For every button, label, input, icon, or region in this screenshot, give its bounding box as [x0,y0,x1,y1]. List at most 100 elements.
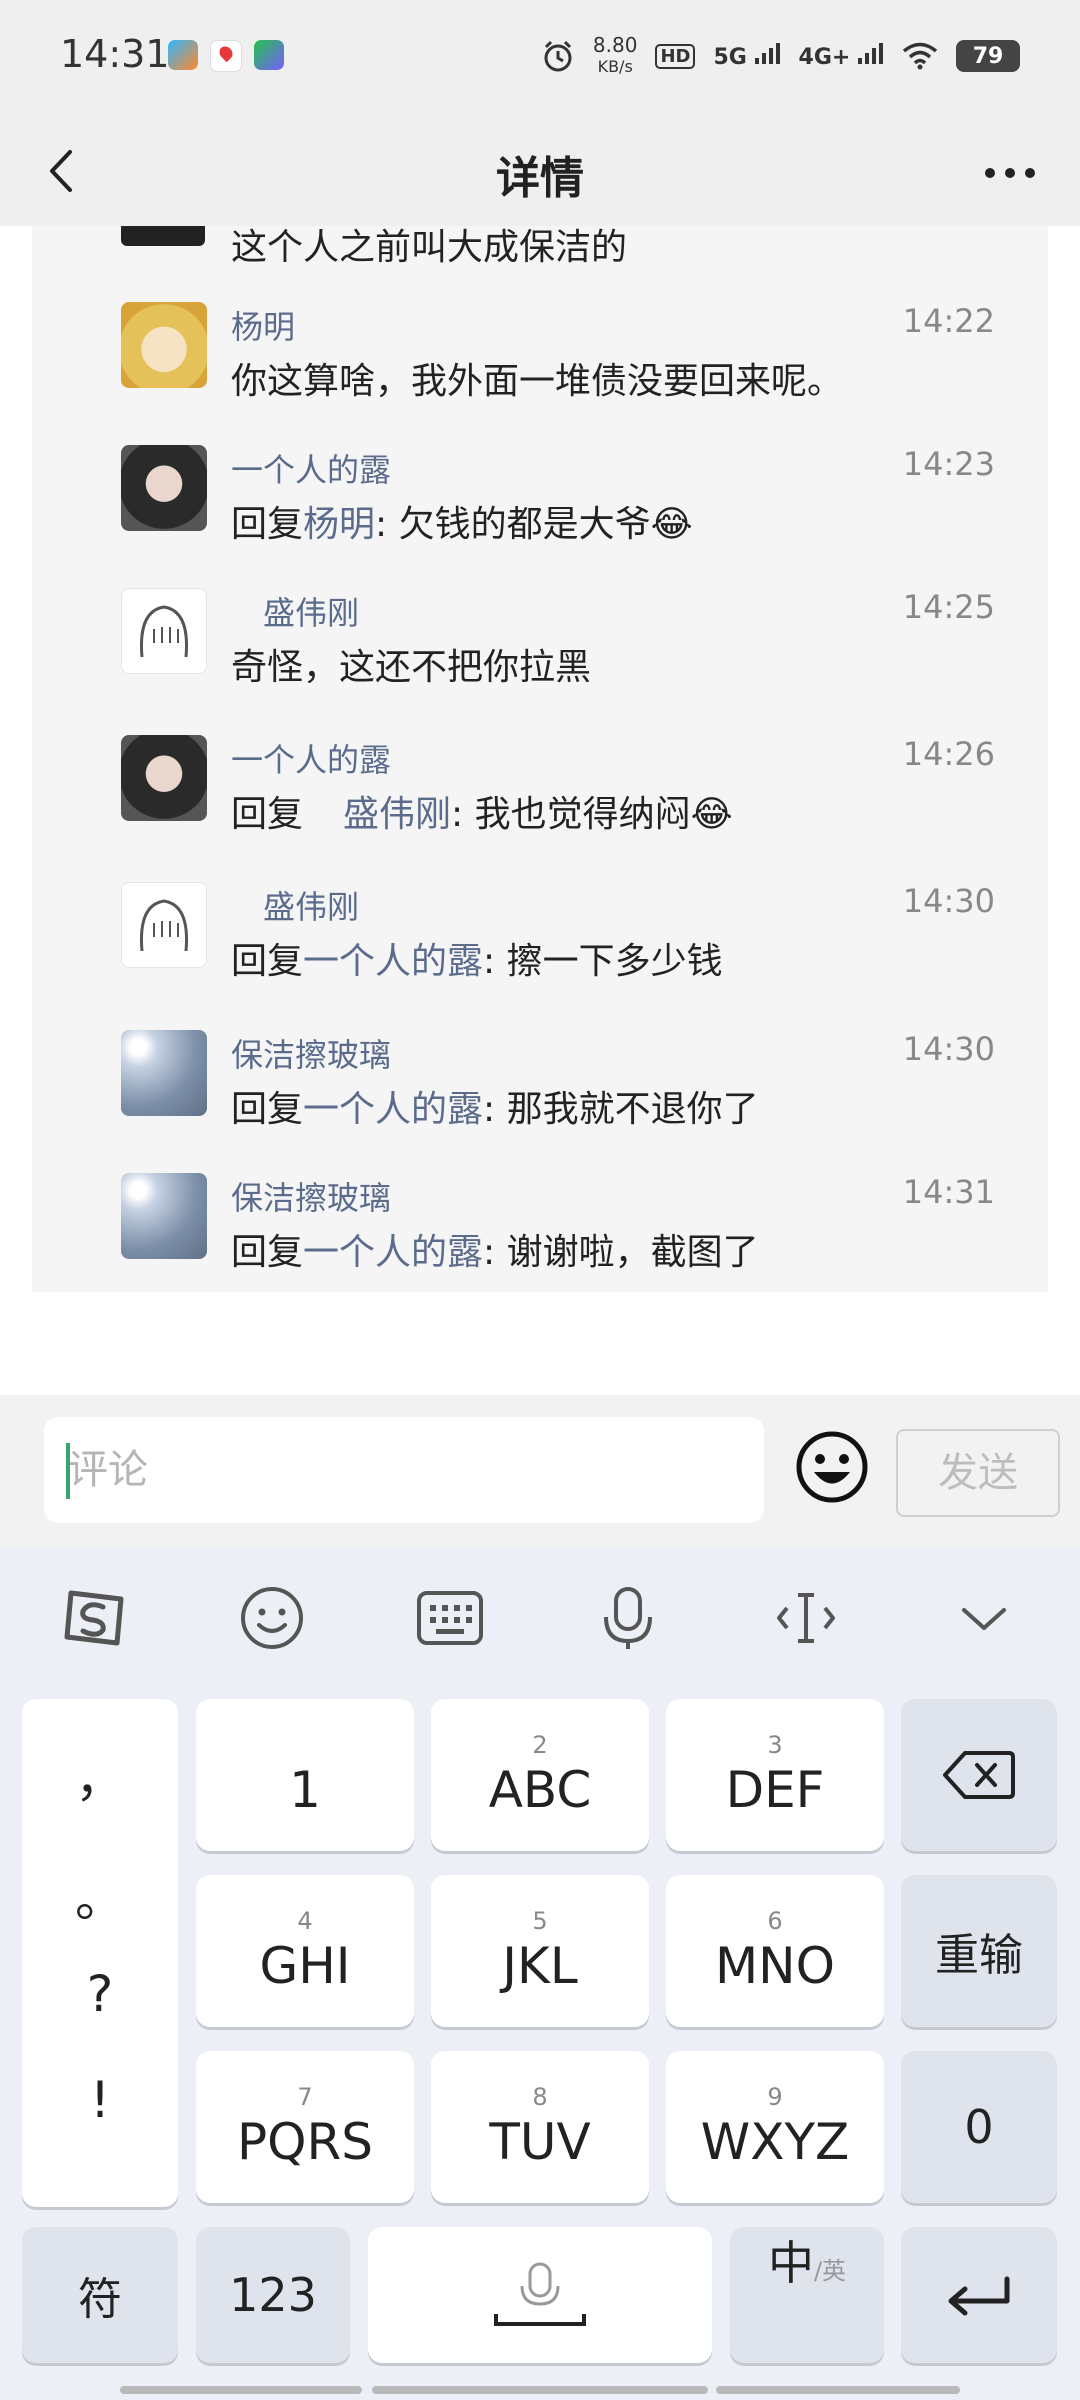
avatar[interactable] [121,302,207,388]
language-switch-key[interactable]: 中 /英 [730,2227,884,2363]
nav-bar-indicator [716,2386,960,2394]
signal-bars-icon [858,43,883,64]
key-1[interactable]: 1 [196,1699,414,1851]
mention-link[interactable]: 杨明 [303,504,375,545]
voice-input-button[interactable] [588,1581,668,1655]
cursor-move-button[interactable] [766,1581,846,1655]
keyboard-switch-button[interactable] [410,1581,490,1655]
key-jkl[interactable]: 5 JKL [431,1875,649,2027]
comment-time: 14:31 [902,1173,995,1211]
mention-link[interactable]: 一个人的露 [303,1232,483,1273]
reply-prefix: 回复 [231,1089,304,1130]
doodle-avatar-icon [139,605,189,658]
key-label: 123 [229,2268,317,2322]
comment-author[interactable]: 一个人的露 [231,445,391,491]
punctuation-column[interactable]: ， 。 ? ! [22,1699,178,2207]
comment-author[interactable]: 一个人的露 [231,735,391,781]
key-number-hint: 9 [767,2083,783,2111]
key-abc[interactable]: 2 ABC [431,1699,649,1851]
comment-body: 奇怪，这还不把你拉黑 [231,647,592,688]
backspace-key[interactable] [901,1699,1057,1851]
comment-input[interactable] [44,1417,764,1523]
sogou-logo-button[interactable] [54,1581,134,1655]
comment-time: 14:30 [902,882,995,920]
key-label: 中 [767,2236,814,2290]
comment-time: 14:30 [902,1030,995,1068]
reply-prefix: 回复 [231,941,304,982]
more-options-button[interactable] [970,138,1050,208]
avatar[interactable] [121,445,207,531]
key-number-hint: 2 [532,1731,548,1759]
avatar[interactable] [121,1030,207,1116]
punctuation-key[interactable]: ? [22,1965,178,2023]
comment-input-bar: 发送 [0,1395,1080,1547]
reply-prefix: 回复 [231,794,304,835]
key-number-hint: 8 [532,2083,548,2111]
hd-label: HD [655,43,696,69]
comment-author[interactable]: 保洁擦玻璃 [231,1173,391,1219]
emoji-keyboard-button[interactable] [232,1581,312,1655]
status-time: 14:31 [60,32,170,76]
avatar[interactable] [121,588,207,674]
keyboard-icon [417,1591,483,1645]
comment-author[interactable]: 保洁擦玻璃 [231,1030,391,1076]
mention-link[interactable]: 盛伟刚 [343,794,451,835]
more-dot-icon [985,168,995,178]
mention-link[interactable]: 一个人的露 [303,941,483,982]
avatar[interactable] [121,882,207,968]
comment-author[interactable]: 盛伟刚 [263,588,359,634]
punctuation-key[interactable]: 。 [22,1859,178,1931]
punctuation-key[interactable]: ， [22,1739,178,1811]
key-mno[interactable]: 6 MNO [666,1875,884,2027]
comment-author[interactable]: 杨明 [231,302,295,348]
key-tuv[interactable]: 8 TUV [431,2051,649,2203]
hide-keyboard-button[interactable] [944,1581,1024,1655]
key-ghi[interactable]: 4 GHI [196,1875,414,2027]
comment-text: 回复一个人的露: 谢谢啦，截图了 [231,1223,759,1275]
wifi-icon [902,42,938,70]
key-def[interactable]: 3 DEF [666,1699,884,1851]
punctuation-key[interactable]: ! [22,2071,178,2129]
key-wxyz[interactable]: 9 WXYZ [666,2051,884,2203]
key-number-hint: 4 [297,1907,313,1935]
symbols-key[interactable]: 符 [22,2227,178,2363]
enter-icon [948,2276,1010,2316]
comment-author[interactable]: 盛伟刚 [263,882,359,928]
nav-bar-indicator [372,2386,708,2394]
key-0[interactable]: 0 [901,2051,1057,2203]
mention-link[interactable]: 一个人的露 [303,1089,483,1130]
key-number-hint: 6 [767,1907,783,1935]
retype-key[interactable]: 重输 [901,1875,1057,2027]
avatar[interactable] [121,226,205,246]
comment-text: 回复一个人的露: 擦一下多少钱 [231,932,723,984]
text-cursor [66,1443,70,1499]
space-key[interactable] [368,2227,712,2363]
key-number-hint: 3 [767,1731,783,1759]
send-button[interactable]: 发送 [896,1429,1060,1517]
key-number-hint: 7 [297,2083,313,2111]
key-label: TUV [489,2113,591,2171]
key-pqrs[interactable]: 7 PQRS [196,2051,414,2203]
comment-list[interactable]: 这个人之前叫大成保洁的 杨明 14:22 你这算啥，我外面一堆债没要回来呢。 一… [32,226,1048,1292]
chevron-down-icon [962,1608,1006,1630]
nav-bar-indicator [120,2386,362,2394]
comment-body: : 那我就不退你了 [483,1089,759,1130]
key-label: PQRS [237,2113,373,2171]
comment-body: : 我也觉得纳闷 [451,794,691,835]
emoji-button[interactable] [792,1427,872,1507]
avatar[interactable] [121,735,207,821]
numbers-key[interactable]: 123 [196,2227,350,2363]
avatar[interactable] [121,1173,207,1259]
more-dot-icon [1025,168,1035,178]
comment-body: 你这算啥，我外面一堆债没要回来呢。 [231,361,844,402]
key-label: ABC [488,1761,592,1819]
enter-key[interactable] [901,2227,1057,2363]
microphone-space-icon [494,2262,586,2326]
comment-text: 你这算啥，我外面一堆债没要回来呢。 [231,352,843,404]
laughing-crying-emoji-icon: 😂 [650,504,693,545]
map-pin-app-icon [210,40,242,72]
sogou-s-icon [64,1590,124,1646]
comment-time: 14:22 [902,302,995,340]
key-label: JKL [502,1937,578,1995]
smiley-icon [796,1431,868,1503]
